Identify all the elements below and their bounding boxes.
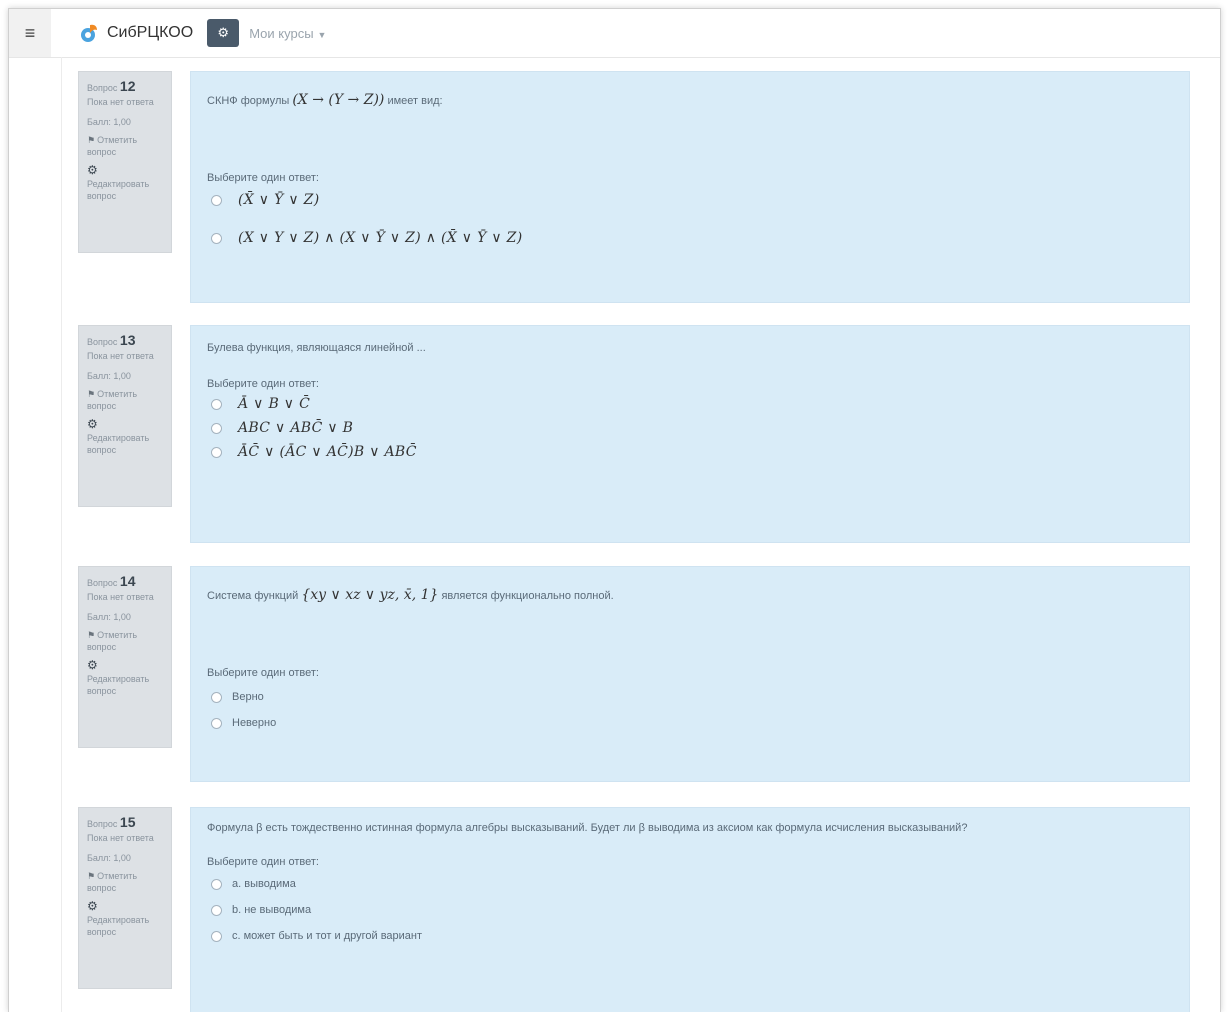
question-text: Формула β есть тождественно истинная фор… <box>207 822 968 834</box>
flag-question-link[interactable]: ⚑ Отметить вопрос <box>87 388 165 412</box>
question-score: Балл: 1,00 <box>87 853 131 863</box>
question-info: Вопрос 15 Пока нет ответа Балл: 1,00 ⚑ От… <box>78 807 172 989</box>
question-status: Пока нет ответа <box>87 97 154 107</box>
brand-name: СибРЦКОО <box>107 24 194 41</box>
radio-button[interactable] <box>211 232 222 244</box>
flag-icon: ⚑ <box>87 871 96 881</box>
hamburger-menu-icon[interactable]: ≡ <box>9 9 51 57</box>
main-content: Вопрос 12 Пока нет ответа Балл: 1,00 ⚑ От… <box>61 57 1212 1012</box>
notifications-button[interactable]: ⚙ <box>207 19 240 47</box>
question-formulation: Формула β есть тождественно истинная фор… <box>190 807 1190 1012</box>
radio-button[interactable] <box>211 446 222 458</box>
my-courses-label: Мои курсы <box>249 25 314 41</box>
radio-button[interactable] <box>211 398 222 410</box>
question-status: Пока нет ответа <box>87 351 154 361</box>
question-score: Балл: 1,00 <box>87 117 131 127</box>
radio-button[interactable] <box>211 194 222 206</box>
answer-option[interactable]: ABC ∨ ABC̄ ∨ B <box>211 420 1173 436</box>
question-number: Вопрос 14 <box>87 573 136 589</box>
answer-option[interactable]: Верно <box>211 691 1173 703</box>
edit-question-link[interactable]: Редактировать вопрос <box>87 914 165 938</box>
radio-button[interactable] <box>211 904 222 916</box>
question-formulation: Булева функция, являющаяся линейной ... … <box>190 325 1190 543</box>
question-formulation: СКНФ формулы (X → (Y → Z)) имеет вид: Вы… <box>190 71 1190 303</box>
edit-question-link[interactable]: Редактировать вопрос <box>87 673 165 697</box>
answer-prompt: Выберите один ответ: <box>207 667 319 679</box>
question-status: Пока нет ответа <box>87 592 154 602</box>
answer-option[interactable]: a. выводима <box>211 878 1173 890</box>
flag-icon: ⚑ <box>87 630 96 640</box>
question-info: Вопрос 13 Пока нет ответа Балл: 1,00 ⚑ От… <box>78 325 172 507</box>
radio-button[interactable] <box>211 717 222 729</box>
answer-option[interactable]: c. может быть и тот и другой вариант <box>211 930 1173 942</box>
question-info: Вопрос 14 Пока нет ответа Балл: 1,00 ⚑ От… <box>78 566 172 748</box>
chevron-down-icon: ▼ <box>317 29 327 40</box>
radio-button[interactable] <box>211 878 222 890</box>
question-status: Пока нет ответа <box>87 833 154 843</box>
browser-frame: ≡ СибРЦКОО ⚙ Мои курсы ▼ Вопрос 12 Пока н… <box>8 8 1221 1012</box>
answer-prompt: Выберите один ответ: <box>207 172 319 184</box>
question-number: Вопрос 13 <box>87 332 136 348</box>
edit-question-link[interactable]: Редактировать вопрос <box>87 178 165 202</box>
question-text: Система функций {xy ∨ xz ∨ yz, x̄, 1} яв… <box>207 587 614 603</box>
flag-question-link[interactable]: ⚑ Отметить вопрос <box>87 629 165 653</box>
answer-option[interactable]: Ā ∨ B ∨ C̄ <box>211 396 1173 412</box>
gear-icon: ⚙ <box>87 417 98 431</box>
answer-option[interactable]: (X̄ ∨ Ȳ ∨ Z) <box>211 192 1173 208</box>
question-info: Вопрос 12 Пока нет ответа Балл: 1,00 ⚑ От… <box>78 71 172 253</box>
flag-icon: ⚑ <box>87 389 96 399</box>
question-score: Балл: 1,00 <box>87 371 131 381</box>
gear-icon: ⚙ <box>87 163 98 177</box>
question-formulation: Система функций {xy ∨ xz ∨ yz, x̄, 1} яв… <box>190 566 1190 782</box>
question-score: Балл: 1,00 <box>87 612 131 622</box>
site-brand[interactable]: СибРЦКОО <box>79 22 193 44</box>
answer-prompt: Выберите один ответ: <box>207 856 319 868</box>
my-courses-dropdown[interactable]: Мои курсы ▼ <box>249 26 326 41</box>
answer-prompt: Выберите один ответ: <box>207 378 319 390</box>
question-number: Вопрос 12 <box>87 78 136 94</box>
radio-button[interactable] <box>211 691 222 703</box>
flag-question-link[interactable]: ⚑ Отметить вопрос <box>87 870 165 894</box>
answer-option[interactable]: (X ∨ Y ∨ Z) ∧ (X ∨ Ȳ ∨ Z) ∧ (X̄ ∨ Ȳ ∨ Z) <box>211 230 1173 246</box>
question-text: СКНФ формулы (X → (Y → Z)) имеет вид: <box>207 92 443 108</box>
answer-option[interactable]: b. не выводима <box>211 904 1173 916</box>
logo-icon <box>81 24 97 42</box>
settings-icon: ⚙ <box>217 25 230 40</box>
answer-option[interactable]: ĀC̄ ∨ (ĀC ∨ AC̄)B ∨ ABC̄ <box>211 444 1173 460</box>
gear-icon: ⚙ <box>87 658 98 672</box>
top-navbar: ≡ СибРЦКОО ⚙ Мои курсы ▼ <box>9 9 1220 58</box>
gear-icon: ⚙ <box>87 899 98 913</box>
radio-button[interactable] <box>211 422 222 434</box>
flag-question-link[interactable]: ⚑ Отметить вопрос <box>87 134 165 158</box>
answer-option[interactable]: Неверно <box>211 717 1173 729</box>
radio-button[interactable] <box>211 930 222 942</box>
question-text: Булева функция, являющаяся линейной ... <box>207 342 426 354</box>
question-number: Вопрос 15 <box>87 814 136 830</box>
edit-question-link[interactable]: Редактировать вопрос <box>87 432 165 456</box>
flag-icon: ⚑ <box>87 135 96 145</box>
